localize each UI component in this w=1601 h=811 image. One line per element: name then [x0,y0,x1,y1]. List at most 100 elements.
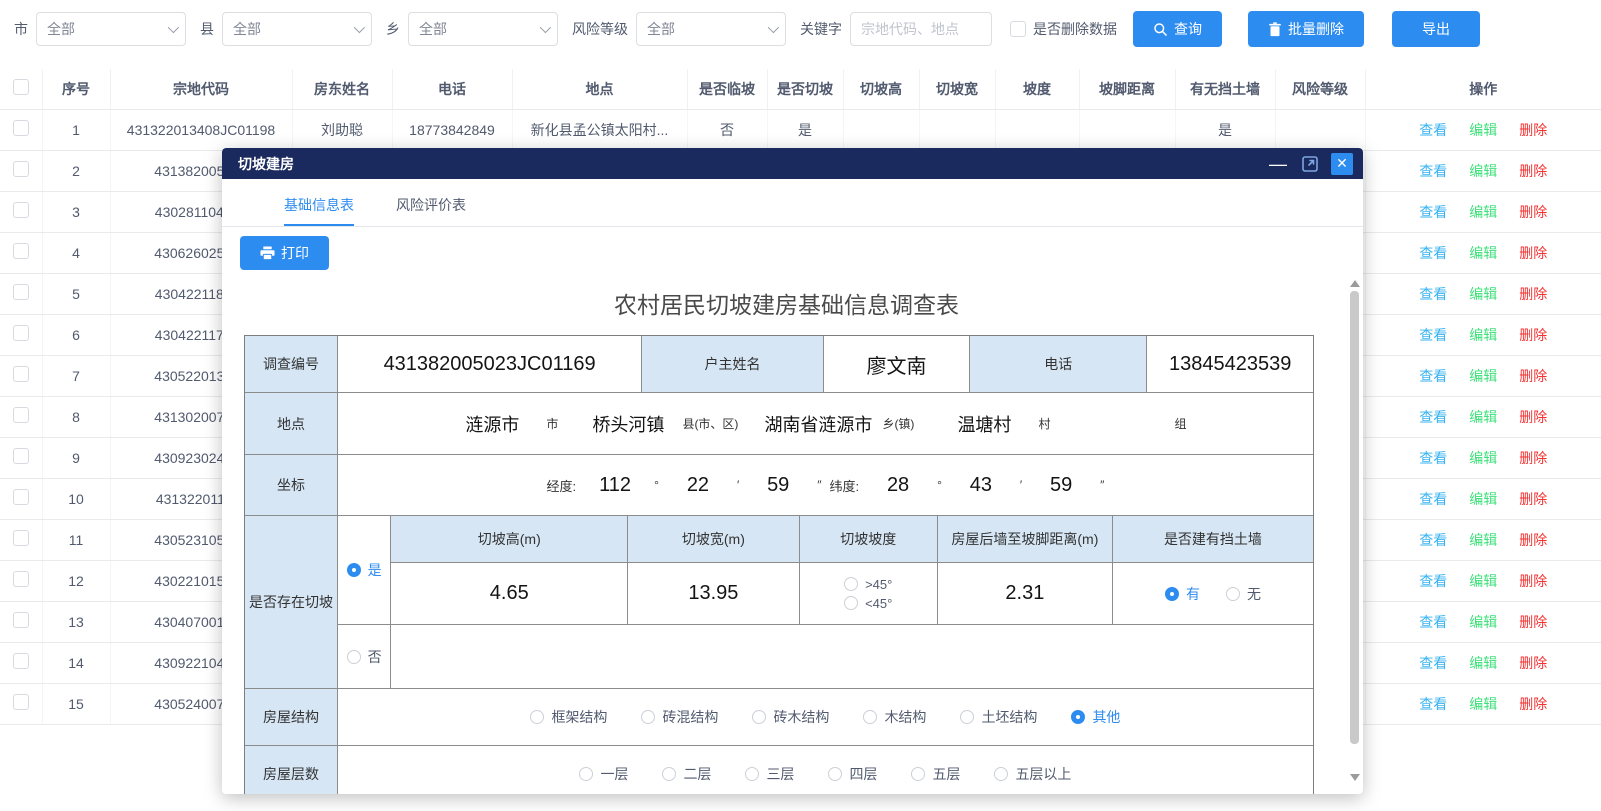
row-checkbox[interactable] [13,243,29,259]
delete-link[interactable]: 删除 [1519,368,1547,384]
row-checkbox[interactable] [13,284,29,300]
row-checkbox[interactable] [13,530,29,546]
tab-basic-info[interactable]: 基础信息表 [284,195,354,226]
view-link[interactable]: 查看 [1419,409,1447,425]
edit-link[interactable]: 编辑 [1469,573,1497,589]
delete-link[interactable]: 删除 [1519,491,1547,507]
edit-link[interactable]: 编辑 [1469,614,1497,630]
edit-link[interactable]: 编辑 [1469,368,1497,384]
row-checkbox[interactable] [13,366,29,382]
export-button[interactable]: 导出 [1392,11,1480,47]
row-checkbox[interactable] [13,202,29,218]
row-checkbox[interactable] [13,612,29,628]
view-link[interactable]: 查看 [1419,696,1447,712]
risk-level-select[interactable]: 全部 [636,12,786,46]
radio-button[interactable] [863,710,877,724]
view-link[interactable]: 查看 [1419,655,1447,671]
radio-button[interactable] [844,577,858,591]
row-checkbox[interactable] [13,161,29,177]
delete-link[interactable]: 删除 [1519,245,1547,261]
view-link[interactable]: 查看 [1419,245,1447,261]
edit-link[interactable]: 编辑 [1469,491,1497,507]
edit-link[interactable]: 编辑 [1469,696,1497,712]
county-select[interactable]: 全部 [222,12,372,46]
edit-link[interactable]: 编辑 [1469,409,1497,425]
delete-link[interactable]: 删除 [1519,614,1547,630]
radio-button[interactable] [662,767,676,781]
longitude-label: 经度: [547,476,577,495]
view-link[interactable]: 查看 [1419,532,1447,548]
yes-radio[interactable] [347,563,361,577]
close-icon[interactable]: ✕ [1331,153,1353,175]
view-link[interactable]: 查看 [1419,163,1447,179]
row-checkbox[interactable] [13,694,29,710]
radio-button[interactable] [911,767,925,781]
view-link[interactable]: 查看 [1419,573,1447,589]
radio-button[interactable] [994,767,1008,781]
view-link[interactable]: 查看 [1419,614,1447,630]
view-link[interactable]: 查看 [1419,491,1447,507]
delete-link[interactable]: 删除 [1519,573,1547,589]
radio-button[interactable] [752,710,766,724]
delete-link[interactable]: 删除 [1519,532,1547,548]
radio-button[interactable] [960,710,974,724]
row-checkbox[interactable] [13,407,29,423]
print-button[interactable]: 打印 [240,236,329,270]
delete-link[interactable]: 删除 [1519,163,1547,179]
radio-button[interactable] [1226,587,1240,601]
radio-button[interactable] [1165,587,1179,601]
delete-link[interactable]: 删除 [1519,409,1547,425]
row-checkbox[interactable] [13,489,29,505]
radio-button[interactable] [844,596,858,610]
view-link[interactable]: 查看 [1419,286,1447,302]
row-checkbox[interactable] [13,325,29,341]
maximize-icon[interactable] [1301,155,1319,173]
search-button[interactable]: 查询 [1133,11,1222,47]
scrollbar-thumb[interactable] [1350,291,1359,744]
delete-link[interactable]: 删除 [1519,327,1547,343]
scroll-up-icon[interactable] [1350,280,1360,287]
radio-button[interactable] [641,710,655,724]
edit-link[interactable]: 编辑 [1469,204,1497,220]
delete-link[interactable]: 删除 [1519,286,1547,302]
edit-link[interactable]: 编辑 [1469,163,1497,179]
radio-button[interactable] [828,767,842,781]
view-link[interactable]: 查看 [1419,450,1447,466]
view-link[interactable]: 查看 [1419,204,1447,220]
no-radio[interactable] [347,650,361,664]
delete-link[interactable]: 删除 [1519,655,1547,671]
radio-button[interactable] [579,767,593,781]
edit-link[interactable]: 编辑 [1469,245,1497,261]
radio-button[interactable] [745,767,759,781]
delete-link[interactable]: 删除 [1519,696,1547,712]
batch-delete-button[interactable]: 批量删除 [1248,11,1364,47]
edit-link[interactable]: 编辑 [1469,532,1497,548]
deleted-data-checkbox[interactable] [1010,21,1026,37]
row-checkbox[interactable] [13,120,29,136]
delete-link[interactable]: 删除 [1519,450,1547,466]
row-checkbox[interactable] [13,653,29,669]
row-checkbox[interactable] [13,571,29,587]
radio-option: 五层 [911,764,960,784]
view-link[interactable]: 查看 [1419,368,1447,384]
city-select[interactable]: 全部 [36,12,186,46]
keyword-input[interactable] [850,12,992,46]
scroll-down-icon[interactable] [1350,774,1360,781]
township-select[interactable]: 全部 [408,12,558,46]
minimize-icon[interactable]: — [1267,159,1289,169]
radio-button[interactable] [530,710,544,724]
delete-link[interactable]: 删除 [1519,204,1547,220]
view-link[interactable]: 查看 [1419,327,1447,343]
select-all-checkbox[interactable] [13,79,29,95]
row-checkbox[interactable] [13,448,29,464]
edit-link[interactable]: 编辑 [1469,450,1497,466]
delete-link[interactable]: 删除 [1519,122,1547,138]
edit-link[interactable]: 编辑 [1469,327,1497,343]
edit-link[interactable]: 编辑 [1469,286,1497,302]
tab-risk-evaluation[interactable]: 风险评价表 [396,195,466,226]
phone-value: 13845423539 [1147,336,1313,392]
view-link[interactable]: 查看 [1419,122,1447,138]
radio-button[interactable] [1071,710,1085,724]
edit-link[interactable]: 编辑 [1469,122,1497,138]
edit-link[interactable]: 编辑 [1469,655,1497,671]
